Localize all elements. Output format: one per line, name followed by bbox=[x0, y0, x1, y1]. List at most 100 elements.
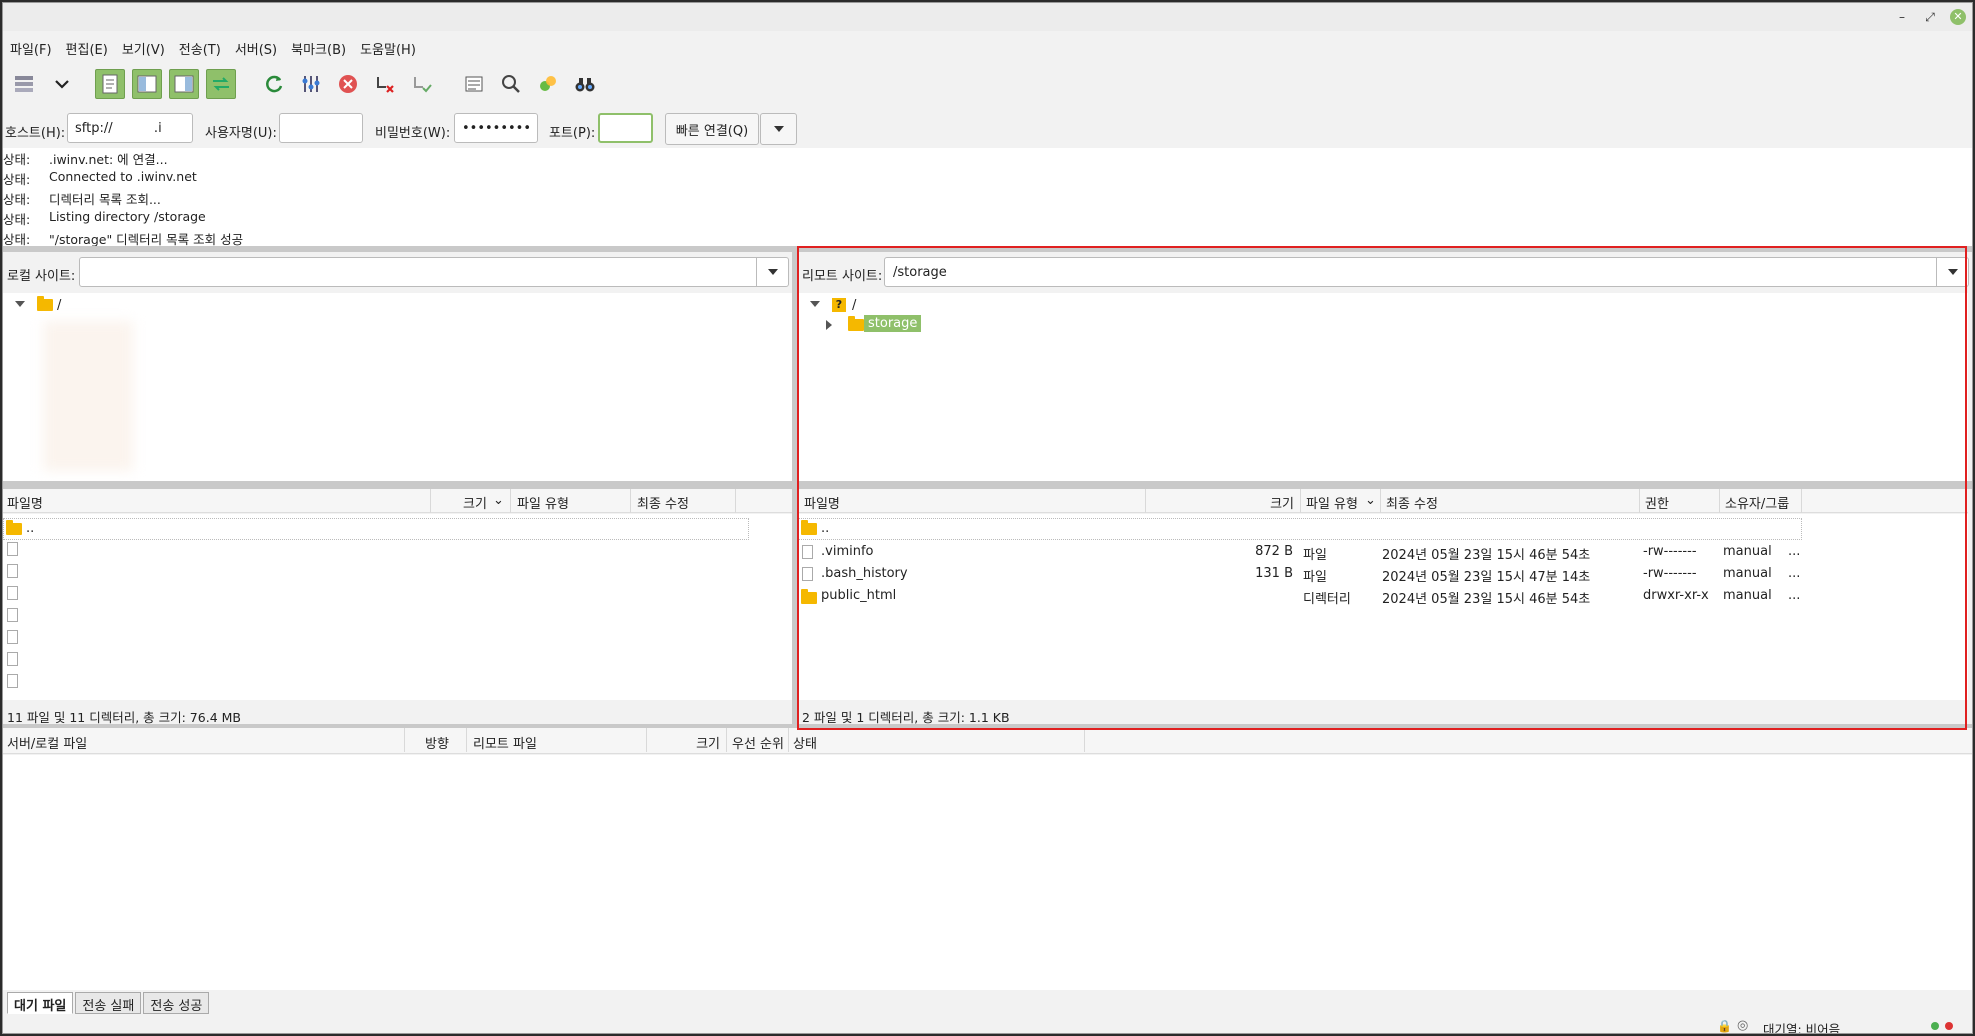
folder-icon bbox=[801, 520, 817, 535]
collapse-arrow-icon[interactable] bbox=[826, 320, 832, 330]
disconnect-button[interactable] bbox=[370, 69, 400, 99]
folder-icon bbox=[37, 296, 53, 311]
port-input[interactable] bbox=[598, 113, 653, 143]
remote-file-list[interactable]: .. .viminfo 872 B 파일 2024년 05월 23일 15시 4… bbox=[798, 514, 1968, 700]
minimize-button[interactable]: – bbox=[1894, 9, 1910, 25]
port-label: 포트(P): bbox=[549, 126, 596, 141]
local-col-size[interactable]: 크기 ⌄ bbox=[431, 489, 511, 513]
queue-col-direction[interactable]: 방향 bbox=[405, 728, 467, 752]
quickconnect-button[interactable]: 빠른 연결(Q) bbox=[665, 113, 759, 145]
remote-tree-splitter[interactable] bbox=[798, 481, 1972, 489]
quickconnect-bar: 호스트(H): 사용자명(U): 비밀번호(W): 포트(P): 빠른 연결(Q… bbox=[3, 111, 1972, 145]
remote-path-dropdown[interactable] bbox=[1936, 258, 1968, 286]
close-button[interactable]: ✕ bbox=[1950, 9, 1966, 25]
toggle-log-button[interactable] bbox=[95, 69, 125, 99]
password-input[interactable] bbox=[454, 113, 538, 143]
queue-col-priority[interactable]: 우선 순위 bbox=[727, 728, 789, 752]
tab-failed-transfers[interactable]: 전송 실패 bbox=[75, 992, 142, 1014]
tree-expander[interactable] bbox=[15, 301, 25, 307]
menu-transfer[interactable]: 전송(T) bbox=[172, 33, 228, 61]
local-tree-splitter[interactable] bbox=[3, 481, 792, 489]
local-path-input[interactable] bbox=[79, 257, 789, 287]
transfer-queue-list[interactable] bbox=[3, 755, 1972, 990]
local-col-modified[interactable]: 최종 수정 bbox=[631, 489, 736, 513]
username-input[interactable] bbox=[279, 113, 363, 143]
local-file-list[interactable]: .. bbox=[3, 514, 792, 700]
remote-col-owner[interactable]: 소유자/그룹 bbox=[1720, 489, 1802, 513]
tab-queued-files[interactable]: 대기 파일 bbox=[7, 992, 74, 1014]
remote-col-type[interactable]: 파일 유형 ⌄ bbox=[1301, 489, 1381, 513]
synchronized-browsing-button[interactable] bbox=[533, 69, 563, 99]
queue-col-size[interactable]: 크기 bbox=[647, 728, 727, 752]
queue-col-server-local[interactable]: 서버/로컬 파일 bbox=[3, 728, 405, 752]
local-col-type[interactable]: 파일 유형 bbox=[511, 489, 631, 513]
local-path-dropdown[interactable] bbox=[756, 258, 788, 286]
remote-directory-tree[interactable]: ? / storage bbox=[798, 293, 1968, 481]
queue-col-status[interactable]: 상태 bbox=[789, 728, 1085, 752]
speed-limit-icon[interactable]: ◎ bbox=[1737, 1018, 1748, 1033]
refresh-button[interactable] bbox=[259, 69, 289, 99]
quickconnect-dropdown[interactable] bbox=[760, 113, 797, 145]
expand-arrow-icon bbox=[15, 301, 25, 307]
remote-col-permissions[interactable]: 권한 bbox=[1640, 489, 1720, 513]
log-splitter[interactable] bbox=[3, 246, 1972, 252]
disconnect-icon bbox=[377, 77, 394, 93]
local-col-name[interactable]: 파일명 bbox=[3, 489, 431, 513]
menu-edit[interactable]: 편집(E) bbox=[59, 33, 115, 61]
directory-listing-filters-button[interactable] bbox=[459, 69, 489, 99]
menu-file[interactable]: 파일(F) bbox=[3, 33, 59, 61]
remote-col-size[interactable]: 크기 bbox=[1146, 489, 1301, 513]
dropdown-arrow-icon bbox=[1947, 269, 1958, 275]
local-list-header: 파일명 크기 ⌄ 파일 유형 최종 수정 bbox=[3, 489, 792, 513]
remote-col-modified[interactable]: 최종 수정 bbox=[1381, 489, 1640, 513]
message-log-icon bbox=[102, 74, 118, 94]
host-input[interactable] bbox=[67, 113, 193, 143]
question-folder-icon: ? bbox=[832, 298, 846, 312]
remote-status-line: 2 파일 및 1 디렉터리, 총 크기: 1.1 KB bbox=[798, 704, 1968, 725]
remote-path-input[interactable]: /storage bbox=[884, 257, 1969, 287]
site-manager-button[interactable] bbox=[9, 69, 39, 99]
local-directory-tree[interactable]: / bbox=[3, 293, 792, 481]
site-manager-icon bbox=[15, 76, 33, 92]
process-queue-button[interactable] bbox=[296, 69, 326, 99]
local-tree-root[interactable]: / bbox=[57, 298, 61, 313]
folder-icon bbox=[801, 589, 817, 604]
search-remote-files-button[interactable] bbox=[570, 69, 600, 99]
table-row[interactable]: .viminfo 872 B 파일 2024년 05월 23일 15시 46분 … bbox=[798, 541, 1968, 563]
dropdown-arrow-icon bbox=[773, 126, 784, 132]
blurred-region bbox=[43, 321, 133, 471]
menu-bookmarks[interactable]: 북마크(B) bbox=[284, 33, 353, 61]
list-item[interactable]: .. bbox=[798, 518, 1802, 540]
table-row[interactable]: public_html 디렉터리 2024년 05월 23일 15시 46분 5… bbox=[798, 585, 1968, 607]
toggle-queue-button[interactable] bbox=[206, 69, 236, 99]
cancel-operation-button[interactable] bbox=[333, 69, 363, 99]
remote-path-text: /storage bbox=[893, 265, 947, 280]
remote-site-bar: 리모트 사이트: /storage bbox=[798, 253, 1972, 293]
remote-col-name[interactable]: 파일명 bbox=[798, 489, 1146, 513]
reconnect-button[interactable] bbox=[407, 69, 437, 99]
dropdown-arrow-icon bbox=[767, 269, 778, 275]
menu-help[interactable]: 도움말(H) bbox=[353, 33, 423, 61]
remote-tree-icon bbox=[174, 75, 194, 93]
queue-col-remote[interactable]: 리모트 파일 bbox=[467, 728, 647, 752]
compare-icon bbox=[502, 75, 520, 93]
remote-tree-root[interactable]: / bbox=[852, 298, 856, 313]
sort-desc-icon: ⌄ bbox=[1365, 493, 1376, 508]
site-manager-dropdown[interactable] bbox=[47, 69, 77, 99]
toggle-comparison-button[interactable] bbox=[496, 69, 526, 99]
menu-server[interactable]: 서버(S) bbox=[228, 33, 284, 61]
maximize-button[interactable]: ⤢ bbox=[1922, 9, 1938, 25]
menu-view[interactable]: 보기(V) bbox=[115, 33, 172, 61]
list-item[interactable]: .. bbox=[3, 518, 749, 540]
cancel-icon bbox=[339, 75, 357, 93]
toggle-remote-tree-button[interactable] bbox=[169, 69, 199, 99]
tab-successful-transfers[interactable]: 전송 성공 bbox=[143, 992, 210, 1014]
tree-expander[interactable] bbox=[810, 301, 820, 307]
toggle-local-tree-button[interactable] bbox=[132, 69, 162, 99]
file-icon bbox=[802, 545, 813, 559]
table-row[interactable]: .bash_history 131 B 파일 2024년 05월 23일 15시… bbox=[798, 563, 1968, 585]
filter-icon bbox=[465, 76, 483, 92]
remote-tree-storage[interactable]: storage bbox=[864, 315, 922, 332]
binoculars-icon bbox=[575, 78, 595, 92]
toolbar bbox=[3, 65, 1972, 105]
